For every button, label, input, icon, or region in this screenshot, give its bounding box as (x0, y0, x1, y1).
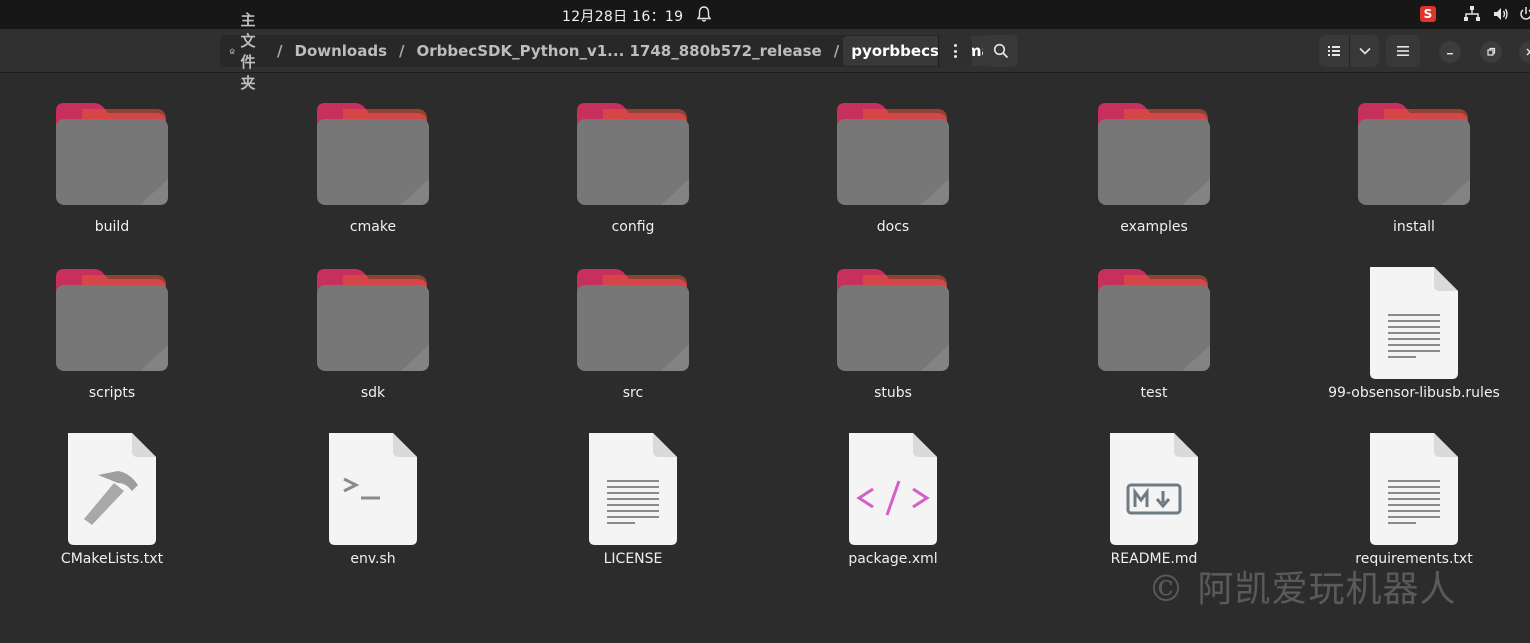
file-name: test (1140, 385, 1168, 401)
close-button[interactable] (1519, 41, 1530, 63)
file-name: scripts (88, 385, 136, 401)
file-name: config (611, 219, 655, 235)
search-icon (993, 43, 1008, 59)
breadcrumb: 主文件夹 / Downloads / OrbbecSDK_Python_v1..… (220, 11, 1016, 92)
file-name: examples (1120, 219, 1188, 235)
file-name: package.xml (848, 551, 938, 567)
breadcrumb-orbbec-sdk[interactable]: OrbbecSDK_Python_v1... 1748_880b572_rele… (417, 42, 822, 60)
file-item-test[interactable]: test (1054, 239, 1254, 405)
close-icon (1526, 48, 1530, 56)
file-name: sdk (360, 385, 386, 401)
script-file-icon (313, 431, 433, 547)
folder-icon (313, 99, 433, 215)
file-manager-header: 主文件夹 / Downloads / OrbbecSDK_Python_v1..… (0, 11, 1530, 92)
file-item-examples[interactable]: examples (1054, 73, 1254, 239)
file-name: LICENSE (603, 551, 663, 567)
folder-icon (1094, 265, 1214, 381)
file-item-package-xml[interactable]: package.xml (793, 405, 993, 571)
list-view-button[interactable] (1319, 35, 1349, 67)
folder-icon (833, 99, 953, 215)
markdown-file-icon (1094, 431, 1214, 547)
search-button[interactable] (983, 35, 1018, 67)
minimize-button[interactable] (1439, 41, 1461, 63)
file-item-license[interactable]: LICENSE (533, 405, 733, 571)
hamburger-icon (1397, 46, 1409, 56)
file-item-scripts[interactable]: scripts (12, 239, 212, 405)
folder-icon (313, 265, 433, 381)
watermark: © 阿凯爱玩机器人 (1148, 569, 1457, 610)
build-file-icon (52, 431, 172, 547)
file-name: src (622, 385, 644, 401)
file-item-install[interactable]: install (1314, 73, 1514, 239)
clock[interactable]: 12月28日 16：19 (562, 6, 683, 26)
folder-icon (833, 265, 953, 381)
file-item-cmake[interactable]: cmake (273, 73, 473, 239)
file-name: CMakeLists.txt (60, 551, 164, 567)
bell-icon[interactable] (696, 5, 712, 23)
folder-icon (1094, 99, 1214, 215)
file-grid: build cmake config docs examples install (0, 73, 1530, 643)
file-item-src[interactable]: src (533, 239, 733, 405)
file-item-build[interactable]: build (12, 73, 212, 239)
folder-menu-button[interactable] (938, 35, 972, 67)
file-item-docs[interactable]: docs (793, 73, 993, 239)
list-view-icon (1328, 46, 1340, 56)
file-item-obsensor-rules[interactable]: 99-obsensor-libusb.rules (1314, 239, 1514, 405)
network-icon[interactable] (1463, 5, 1481, 23)
power-icon[interactable] (1520, 5, 1530, 23)
file-name: env.sh (350, 551, 396, 567)
file-name: 99-obsensor-libusb.rules (1328, 385, 1500, 401)
folder-icon (573, 99, 693, 215)
file-name: cmake (349, 219, 397, 235)
main-menu-button[interactable] (1386, 35, 1420, 67)
restore-icon (1487, 47, 1496, 56)
folder-icon (52, 99, 172, 215)
input-method-icon[interactable]: S (1420, 6, 1436, 22)
minimize-icon (1447, 53, 1453, 55)
file-name: docs (876, 219, 910, 235)
file-name: stubs (874, 385, 912, 401)
view-toggle-group (1319, 35, 1379, 67)
file-item-sdk[interactable]: sdk (273, 239, 473, 405)
view-options-button[interactable] (1349, 35, 1379, 67)
more-vertical-icon (954, 44, 958, 58)
file-item-config[interactable]: config (533, 73, 733, 239)
breadcrumb-downloads[interactable]: Downloads (295, 42, 388, 60)
file-name: build (94, 219, 130, 235)
file-item-env-sh[interactable]: env.sh (273, 405, 473, 571)
chevron-down-icon (1358, 47, 1371, 55)
breadcrumb-separator: / (277, 42, 283, 60)
file-item-cmakelists[interactable]: CMakeLists.txt (12, 405, 212, 571)
folder-icon (52, 265, 172, 381)
text-file-icon (1354, 431, 1474, 547)
breadcrumb-separator: / (833, 42, 840, 60)
file-name: install (1393, 219, 1435, 235)
text-file-icon (573, 431, 693, 547)
folder-icon (573, 265, 693, 381)
xml-file-icon (833, 431, 953, 547)
folder-icon (1354, 99, 1474, 215)
file-item-stubs[interactable]: stubs (793, 239, 993, 405)
breadcrumb-separator: / (399, 42, 405, 60)
file-item-requirements[interactable]: requirements.txt (1314, 405, 1514, 571)
text-file-icon (1354, 265, 1474, 381)
home-icon (229, 48, 235, 54)
maximize-button[interactable] (1480, 41, 1502, 63)
file-item-readme[interactable]: README.md (1054, 405, 1254, 571)
volume-icon[interactable] (1492, 5, 1510, 23)
